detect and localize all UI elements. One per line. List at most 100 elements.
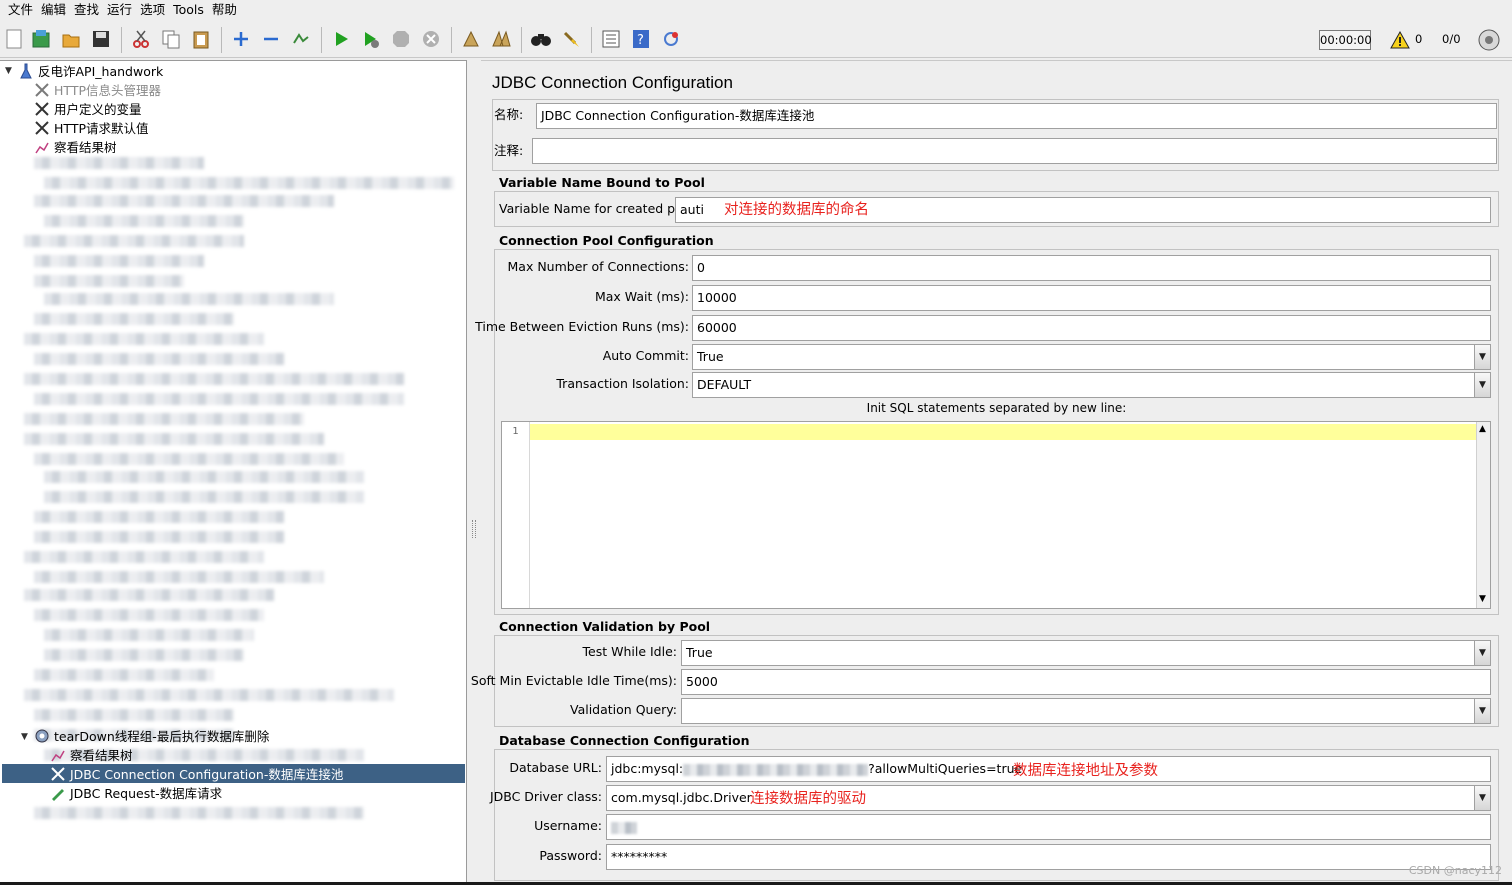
- toggle-icon[interactable]: [290, 28, 312, 50]
- comment-field[interactable]: [532, 138, 1497, 164]
- clear-icon[interactable]: [460, 28, 482, 50]
- new-icon[interactable]: [3, 28, 25, 50]
- username-field[interactable]: [606, 814, 1491, 840]
- database-section-title: Database Connection Configuration: [499, 733, 750, 748]
- elapsed-timer: 00:00:00: [1319, 30, 1372, 50]
- chevron-down-icon[interactable]: ▼: [1474, 373, 1490, 397]
- start-no-pause-icon[interactable]: [360, 28, 382, 50]
- tree-node-teardown-group[interactable]: tearDown线程组-最后执行数据库删除: [34, 726, 269, 745]
- toolbar-separator: [521, 27, 522, 53]
- split-pane-divider[interactable]: [468, 60, 480, 882]
- help-icon[interactable]: ?: [630, 28, 652, 50]
- eviction-runs-field[interactable]: 60000: [692, 315, 1491, 341]
- chevron-down-icon[interactable]: ▼: [1474, 345, 1490, 369]
- page-title: JDBC Connection Configuration: [492, 73, 733, 92]
- menu-tools[interactable]: Tools: [169, 0, 208, 20]
- expand-icon[interactable]: [230, 28, 252, 50]
- chevron-down-icon[interactable]: ▼: [1474, 641, 1490, 665]
- wrench-icon: [34, 120, 50, 136]
- password-field[interactable]: *********: [606, 844, 1491, 870]
- max-wait-field[interactable]: 10000: [692, 285, 1491, 311]
- test-plan-tree[interactable]: ▼ 反电诈API_handwork HTTP信息头管理器 用户定义的变量 HTT…: [0, 60, 467, 882]
- tree-node-label: HTTP请求默认值: [54, 121, 149, 136]
- tree-node-jdbc-config[interactable]: JDBC Connection Configuration-数据库连接池: [2, 764, 465, 783]
- toolbar-separator: [591, 27, 592, 53]
- menu-run[interactable]: 运行: [103, 0, 136, 20]
- tree-node-results-tree-2[interactable]: 察看结果树: [50, 745, 133, 764]
- collapse-icon[interactable]: [260, 28, 282, 50]
- warning-icon[interactable]: [1390, 30, 1410, 52]
- variable-name-label: Variable Name for created pool:: [499, 201, 699, 216]
- templates-icon[interactable]: [30, 28, 52, 50]
- tree-node-jdbc-request[interactable]: JDBC Request-数据库请求: [50, 783, 222, 802]
- chevron-down-icon[interactable]: ▼: [1474, 786, 1490, 810]
- menu-file[interactable]: 文件: [4, 0, 37, 20]
- start-icon[interactable]: [330, 28, 352, 50]
- soft-min-idle-label: Soft Min Evictable Idle Time(ms):: [470, 673, 677, 688]
- test-while-idle-select[interactable]: True ▼: [681, 640, 1491, 666]
- tree-node-label: JDBC Request-数据库请求: [70, 786, 223, 801]
- variable-name-annotation: 对连接的数据库的命名: [724, 202, 869, 218]
- eviction-runs-label: Time Between Eviction Runs (ms):: [475, 319, 689, 334]
- menu-help[interactable]: 帮助: [208, 0, 241, 20]
- name-field[interactable]: JDBC Connection Configuration-数据库连接池: [536, 103, 1497, 129]
- cut-icon[interactable]: [130, 28, 152, 50]
- database-url-annotation: 数据库连接地址及参数: [1013, 763, 1158, 779]
- warning-count: 0: [1415, 32, 1423, 46]
- chart-icon: [50, 747, 66, 763]
- auto-commit-select[interactable]: True ▼: [692, 344, 1491, 370]
- tree-node-header-manager[interactable]: HTTP信息头管理器: [34, 80, 161, 99]
- save-icon[interactable]: [90, 28, 112, 50]
- driver-class-annotation: 连接数据库的驱动: [750, 791, 866, 807]
- validation-query-select[interactable]: ▼: [681, 698, 1491, 724]
- wrench-icon: [50, 766, 66, 782]
- wrench-icon: [34, 82, 50, 98]
- vertical-scrollbar[interactable]: ▲ ▼: [1476, 422, 1490, 608]
- chevron-down-icon[interactable]: ▼: [1479, 594, 1486, 604]
- copy-icon[interactable]: [160, 28, 182, 50]
- init-sql-editor[interactable]: 1 ▲ ▼: [501, 421, 1491, 609]
- current-line-highlight: [530, 424, 1476, 440]
- max-wait-label: Max Wait (ms):: [594, 289, 689, 304]
- jdbc-config-panel: JDBC Connection Configuration 名称: JDBC C…: [471, 60, 1512, 882]
- validation-section-title: Connection Validation by Pool: [499, 619, 711, 634]
- tree-node-http-defaults[interactable]: HTTP请求默认值: [34, 118, 149, 137]
- menu-edit[interactable]: 编辑: [37, 0, 70, 20]
- chevron-down-icon[interactable]: ▼: [21, 732, 28, 742]
- database-url-prefix: jdbc:mysql:: [611, 761, 684, 776]
- menu-options[interactable]: 选项: [136, 0, 169, 20]
- chevron-down-icon[interactable]: ▼: [5, 66, 12, 76]
- tree-node-user-variables[interactable]: 用户定义的变量: [34, 99, 142, 118]
- driver-class-select[interactable]: com.mysql.jdbc.Driver ▼: [606, 785, 1491, 811]
- shutdown-icon[interactable]: [420, 28, 442, 50]
- tree-node-label: 反电诈API_handwork: [38, 64, 164, 79]
- thread-ratio: 0/0: [1442, 32, 1461, 46]
- stop-icon[interactable]: [390, 28, 412, 50]
- clear-all-icon[interactable]: [490, 28, 512, 50]
- database-url-suffix: ?allowMultiQueries=true: [868, 761, 1023, 776]
- password-label: Password:: [539, 848, 602, 863]
- menu-search[interactable]: 查找: [70, 0, 103, 20]
- search-icon[interactable]: [530, 28, 552, 50]
- tree-node-root[interactable]: 反电诈API_handwork: [18, 61, 163, 80]
- validation-query-label: Validation Query:: [570, 702, 677, 717]
- auto-commit-label: Auto Commit:: [602, 348, 689, 363]
- soft-min-idle-field[interactable]: 5000: [681, 669, 1491, 695]
- function-helper-icon[interactable]: [600, 28, 622, 50]
- auto-commit-value: True: [697, 349, 724, 364]
- transaction-isolation-label: Transaction Isolation:: [556, 376, 689, 391]
- chevron-down-icon[interactable]: ▼: [1474, 699, 1490, 723]
- remote-icon[interactable]: [660, 28, 682, 50]
- transaction-isolation-select[interactable]: DEFAULT ▼: [692, 372, 1491, 398]
- tree-node-label: tearDown线程组-最后执行数据库删除: [54, 729, 270, 744]
- open-icon[interactable]: [60, 28, 82, 50]
- line-number-gutter: 1: [502, 422, 530, 608]
- username-label: Username:: [534, 818, 602, 833]
- paste-icon[interactable]: [190, 28, 212, 50]
- max-connections-field[interactable]: 0: [692, 255, 1491, 281]
- redacted-host: [683, 763, 869, 776]
- redacted-tree-node: [34, 807, 364, 819]
- chevron-up-icon[interactable]: ▲: [1479, 424, 1486, 434]
- reset-search-icon[interactable]: [560, 28, 582, 50]
- pool-section-title: Connection Pool Configuration: [499, 233, 714, 248]
